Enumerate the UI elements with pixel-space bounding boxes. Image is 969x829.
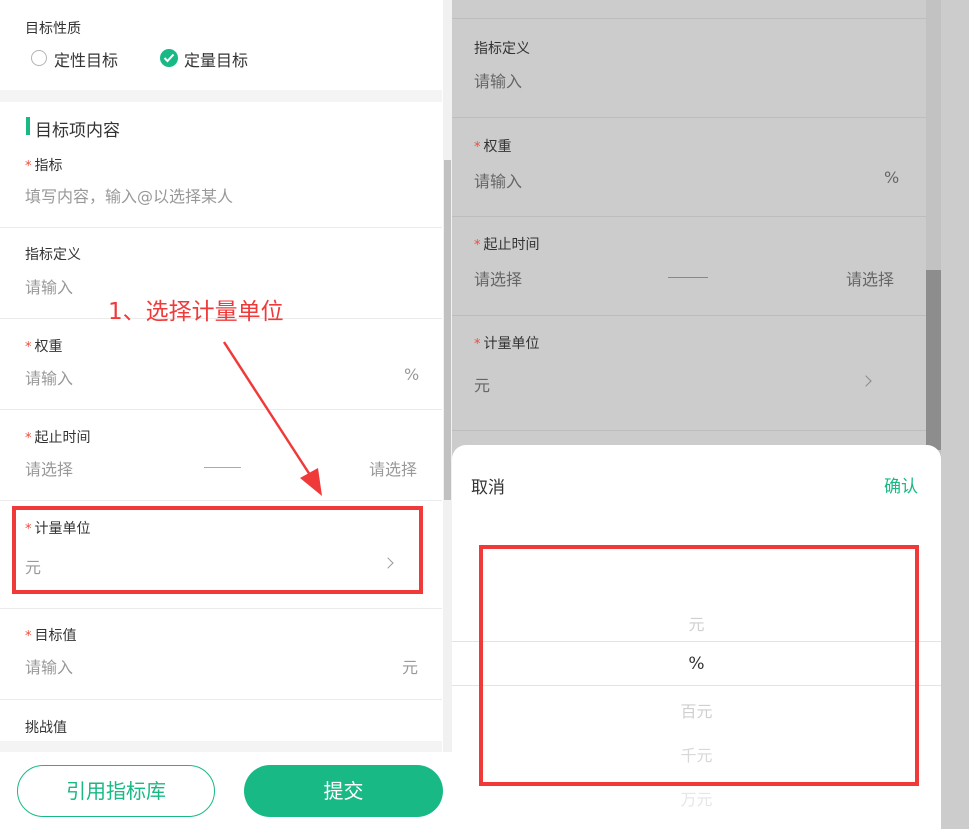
scrollbar-thumb[interactable]	[926, 270, 941, 450]
confirm-button[interactable]: 确认	[884, 472, 918, 497]
divider	[0, 699, 442, 700]
definition-label: 指标定义	[474, 41, 530, 57]
target-label: * 目标值	[25, 628, 77, 644]
period-label: * 起止时间	[474, 237, 540, 253]
weight-unit: %	[884, 168, 900, 187]
divider	[452, 216, 927, 217]
picker-highlight-box	[479, 545, 919, 786]
target-input[interactable]: 请输入	[25, 654, 73, 678]
annotation-arrow-icon	[222, 341, 322, 496]
divider	[0, 608, 442, 609]
divider	[452, 430, 927, 431]
period-dash	[668, 277, 708, 278]
period-start-picker[interactable]: 请选择	[474, 266, 522, 290]
reference-library-button[interactable]: 引用指标库	[17, 765, 215, 817]
bottom-gap	[0, 741, 442, 752]
required-mark: *	[474, 238, 481, 253]
bottom-action-bar: 引用指标库 提交	[0, 752, 452, 829]
unit-label: * 计量单位	[474, 336, 540, 352]
submit-button[interactable]: 提交	[244, 765, 443, 817]
required-mark: *	[25, 629, 32, 644]
required-mark: *	[474, 140, 481, 155]
weight-label: * 权重	[474, 139, 512, 155]
chevron-right-icon	[860, 375, 872, 387]
divider	[452, 315, 927, 316]
divider	[452, 18, 927, 19]
unit-value[interactable]: 元	[474, 372, 490, 396]
challenge-label: 挑战值	[25, 720, 67, 736]
required-mark: *	[474, 337, 481, 352]
target-unit: 元	[402, 658, 419, 677]
period-end-picker[interactable]: 请选择	[846, 266, 894, 290]
definition-input[interactable]: 请输入	[474, 68, 522, 92]
weight-input[interactable]: 请输入	[474, 168, 522, 192]
picker-option[interactable]: 万元	[452, 786, 941, 810]
cancel-button[interactable]: 取消	[471, 473, 505, 498]
divider	[452, 117, 927, 118]
